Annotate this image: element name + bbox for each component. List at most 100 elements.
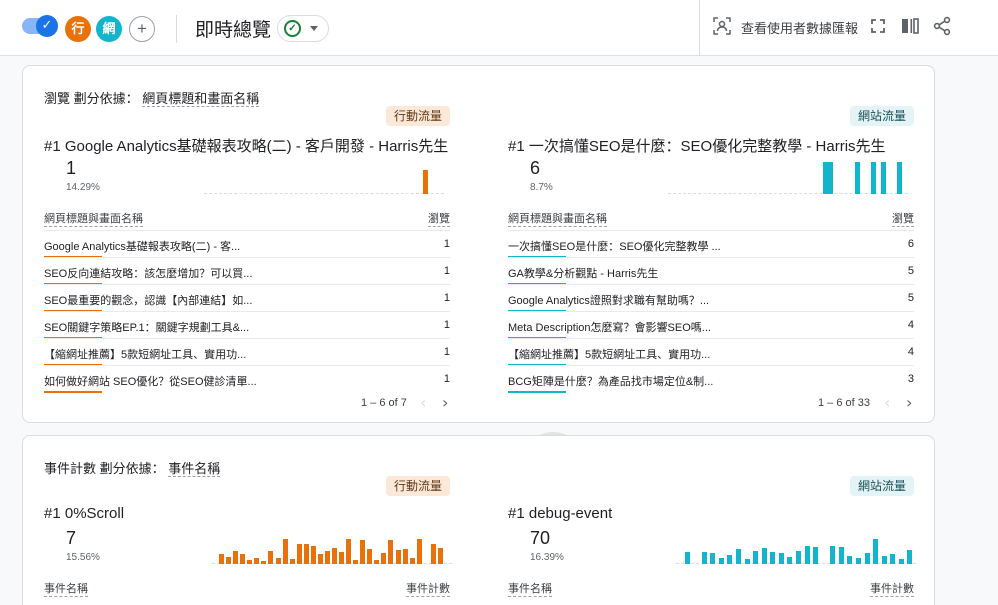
table-rows: Google Analytics基礎報表攻略(二) - 客... 1 SEO反向連結… [44,230,450,393]
sparkline-bar [907,550,913,564]
share-icon[interactable] [932,16,952,36]
row-value: 1 [443,265,450,277]
sparkline-bar [430,544,436,564]
sparkline-bar [402,549,408,564]
status-dropdown[interactable]: ✓ [277,15,329,42]
card-heading-prefix: 事件計數 劃分依據： [44,461,165,476]
table-row[interactable]: 一次搞懂SEO是什麼：SEO優化完整教學 ... 6 [508,230,914,258]
row-share-bar [508,391,566,393]
chevron-left-icon[interactable]: ‹ [884,395,890,411]
sparkline-bar [770,552,776,564]
sparkline-bar [367,549,373,564]
sparkline-bar [856,558,861,564]
sparkline-bar [247,560,253,564]
chevron-down-icon [310,26,318,31]
sparkline-bar [324,551,330,564]
mobile-traffic-panel: 行動流量 #1 Google Analytics基礎報表攻略(二) - 客戶開發… [44,106,450,416]
table-row[interactable]: SEO關鍵字策略EP.1：關鍵字規劃工具&... 1 [44,311,450,339]
table-row[interactable]: Meta Description怎麼寫？會影響SEO嗎... 4 [508,311,914,339]
chevron-right-icon[interactable]: › [442,395,448,411]
row-name: 如何做好網站 SEO優化？從SEO健診清單... [44,376,257,388]
dimension-selector[interactable]: 事件名稱 [168,461,221,477]
top-item-value: 6 [530,158,541,178]
segment-avatar-mobile[interactable]: 行 [65,16,91,42]
sparkline-bar [854,162,860,194]
column-header-metric[interactable]: 瀏覽 [428,210,450,227]
sparkline-bar [381,553,387,564]
sparkline-bar [388,540,394,564]
fullscreen-icon[interactable] [868,16,888,36]
sparkline-bar [275,558,281,564]
view-user-snapshot-link[interactable]: 查看使用者數據匯報 [741,18,858,37]
column-header-dimension[interactable]: 事件名稱 [44,580,88,597]
sparkline-chart [668,146,908,194]
sparkline-bar [332,548,337,564]
pagination-label: 1 – 6 of 33 [818,397,870,409]
sparkline-bar [353,560,359,564]
dimension-selector[interactable]: 網頁標題和畫面名稱 [142,91,260,107]
segment-chip-mobile: 行動流量 [385,476,450,496]
sparkline-bar [289,559,295,564]
segment-chip-web: 網站流量 [849,476,914,496]
sparkline-bar [796,551,801,564]
sparkline-bar [416,539,422,564]
row-name: Meta Description怎麼寫？會影響SEO嗎... [508,322,711,334]
column-header-dimension[interactable]: 網頁標題與畫面名稱 [44,210,143,227]
sparkline-bar [870,162,876,194]
chevron-left-icon[interactable]: ‹ [420,395,426,411]
table-row[interactable]: 【縮網址推薦】5款短網址工具、實用功... 1 [44,338,450,366]
table-row[interactable]: 如何做好網站 SEO優化？從SEO健診清單... 1 [44,365,450,393]
column-header-metric[interactable]: 事件計數 [870,580,914,597]
top-item-percent: 15.56% [66,552,100,563]
column-header-dimension[interactable]: 事件名稱 [508,580,552,597]
sparkline-bar [787,557,793,564]
card-heading: 事件計數 劃分依據： 事件名稱 [44,458,221,477]
table-row[interactable]: Google Analytics證照對求職有幫助嗎？... 5 [508,284,914,312]
sparkline-chart [204,146,444,194]
table-row[interactable]: Google Analytics基礎報表攻略(二) - 客... 1 [44,230,450,258]
sparkline-bar [753,551,759,564]
table-header: 事件名稱 事件計數 [508,580,914,600]
add-comparison-button[interactable]: + [129,16,155,42]
sparkline-bar [873,539,879,564]
row-value: 1 [443,319,450,331]
divider [699,0,700,56]
sparkline-bar [761,548,767,564]
views-by-page-title-card: 瀏覽 劃分依據： 網頁標題和畫面名稱 行動流量 #1 Google Analyt… [22,65,935,423]
check-circle-icon: ✓ [284,20,301,37]
row-share-bar [44,391,102,393]
event-count-by-event-name-card: 事件計數 劃分依據： 事件名稱 行動流量 #1 0%Scroll 7 15.56… [22,435,935,605]
table-row[interactable]: GA教學&分析觀點 - Harris先生 5 [508,257,914,285]
compare-users-icon[interactable] [713,17,731,35]
sparkline-bar [437,548,443,564]
table-row[interactable]: 【縮網址推薦】5款短網址工具、實用功... 4 [508,338,914,366]
segment-chip-web: 網站流量 [849,106,914,126]
segment-chip-mobile: 行動流量 [385,106,450,126]
table-row[interactable]: BCG矩陣是什麼？為產品找市場定位&制... 3 [508,365,914,393]
comparison-toggle[interactable]: ✓ [22,15,58,37]
sparkline-bar [254,558,260,564]
sparkline-bar [296,544,302,564]
chevron-right-icon[interactable]: › [906,395,912,411]
column-layout-icon[interactable] [900,16,920,36]
top-item-title: #1 debug-event [508,505,613,522]
sparkline-bar [303,544,309,564]
sparkline-bar [226,557,232,564]
sparkline-bar [847,556,853,564]
table-row[interactable]: SEO最重要的觀念，認識【內部連結】如... 1 [44,284,450,312]
column-header-dimension[interactable]: 網頁標題與畫面名稱 [508,210,607,227]
sparkline-bar [422,170,428,194]
segment-avatar-web[interactable]: 網 [96,16,122,42]
table-header: 事件名稱 事件計數 [44,580,450,600]
column-header-metric[interactable]: 瀏覽 [892,210,914,227]
table-row[interactable]: SEO反向連結攻略：該怎麼增加？可以買... 1 [44,257,450,285]
sparkline-bar [864,553,870,564]
web-traffic-panel: 網站流量 #1 debug-event 70 16.39% 事件名稱 事件計數 [508,476,916,605]
row-name: SEO最重要的觀念，認識【內部連結】如... [44,295,253,307]
sparkline-bar [736,549,741,564]
row-value: 4 [907,346,914,358]
sparkline-bar [744,559,750,564]
row-value: 5 [907,265,914,277]
column-header-metric[interactable]: 事件計數 [406,580,450,597]
divider [176,15,177,43]
